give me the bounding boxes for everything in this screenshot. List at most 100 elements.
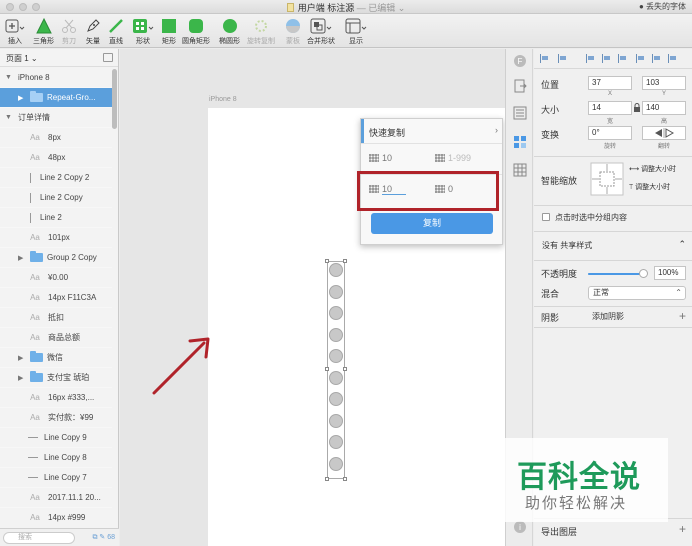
x-input[interactable]: 37 — [588, 76, 632, 90]
disclosure-right-icon[interactable]: ▶ — [18, 374, 23, 382]
disclosure-down-icon[interactable]: ▼ — [5, 114, 12, 121]
mask-tool[interactable]: 蒙板 — [285, 17, 301, 46]
duplicate-button[interactable]: 复制 — [371, 213, 493, 234]
layer-row[interactable]: Aa 101px — [0, 228, 112, 248]
svg-text:i: i — [519, 523, 521, 532]
triangle-tool[interactable]: 三角形 — [33, 17, 54, 46]
add-shadow-plus-icon[interactable]: + — [679, 309, 686, 323]
layer-row[interactable]: ▼ iPhone 8 — [0, 68, 112, 88]
distribute-vertical-icon[interactable] — [558, 54, 567, 63]
rotate-copy-tool[interactable]: 旋转复制 — [247, 17, 275, 46]
resize-handle[interactable] — [343, 367, 347, 371]
y-input[interactable]: 103 — [642, 76, 686, 90]
rotate-copy-icon — [255, 20, 267, 32]
opacity-slider[interactable] — [588, 269, 648, 278]
layer-row[interactable]: Aa 14px #999 — [0, 508, 112, 526]
shared-style-row[interactable]: 没有 共享样式 ⌃ — [534, 237, 692, 257]
scissors-tool[interactable]: 剪刀 — [61, 17, 77, 46]
layer-row[interactable]: Aa ¥0.00 — [0, 268, 112, 288]
layer-row[interactable]: Aa 2017.11.1 20... — [0, 488, 112, 508]
add-export-plus-icon[interactable]: + — [679, 522, 686, 536]
layer-row[interactable]: Line Copy 9 — [0, 428, 112, 448]
align-center-icon[interactable] — [602, 54, 611, 63]
blend-mode-select[interactable]: 正常 ⌃ — [588, 286, 686, 300]
insert-tool[interactable]: 插入 — [5, 17, 25, 46]
count-field[interactable]: 10 — [369, 153, 392, 163]
layer-row[interactable]: Line 2 — [0, 208, 112, 228]
align-bottom-icon[interactable] — [668, 54, 677, 63]
layer-row[interactable]: Aa 商品总额 — [0, 328, 112, 348]
resize-handle[interactable] — [325, 367, 329, 371]
lock-icon[interactable] — [633, 103, 641, 112]
layer-row[interactable]: ▶ Repeat-Gro... — [0, 88, 112, 108]
adjust-height-option[interactable]: ⟙ 调整大小时 — [629, 182, 670, 192]
align-left-icon[interactable] — [586, 54, 595, 63]
vertical-line-icon — [30, 172, 31, 183]
layer-row[interactable]: ▶ 微信 — [0, 348, 112, 368]
view-tool[interactable]: 显示 — [345, 17, 367, 46]
layer-row[interactable]: ▶ 支付宝 琥珀 — [0, 368, 112, 388]
page-selector[interactable]: 页面 1 ⌄ — [0, 49, 118, 67]
resize-handle[interactable] — [325, 477, 329, 481]
align-top-icon[interactable] — [636, 54, 645, 63]
shapes-tool[interactable]: 形状 — [132, 17, 154, 46]
layer-name: 支付宝 琥珀 — [47, 373, 90, 382]
align-right-icon[interactable] — [618, 54, 627, 63]
popup-chevron-icon[interactable]: › — [495, 125, 498, 135]
layer-row[interactable]: Aa 抵扣 — [0, 308, 112, 328]
disclosure-right-icon[interactable]: ▶ — [18, 94, 23, 102]
opacity-slider-fill — [588, 273, 644, 275]
resizing-constraints-icon[interactable] — [590, 162, 624, 196]
disclosure-right-icon[interactable]: ▶ — [18, 254, 23, 262]
layer-row[interactable]: Aa 16px #333,... — [0, 388, 112, 408]
page-list-toggle-icon[interactable] — [103, 53, 113, 62]
resize-handle[interactable] — [343, 259, 347, 263]
disclosure-down-icon[interactable]: ▼ — [5, 74, 12, 81]
rectangle-tool[interactable]: 矩形 — [161, 17, 177, 46]
style-panel-icon[interactable] — [513, 135, 527, 149]
add-shadow-label[interactable]: 添加阴影 — [592, 311, 624, 322]
opacity-slider-knob[interactable] — [639, 269, 648, 278]
layer-row[interactable]: ▼ 订单详情 — [0, 108, 112, 128]
layer-row[interactable]: Line Copy 7 — [0, 468, 112, 488]
layer-row[interactable]: Aa 14px F11C3A — [0, 288, 112, 308]
vector-tool[interactable]: 矢量 — [85, 17, 101, 46]
selection-bounding-box[interactable] — [325, 259, 347, 481]
group-select-checkbox[interactable] — [542, 213, 550, 221]
line-tool[interactable]: 直线 — [108, 17, 124, 46]
info-icon[interactable]: F — [513, 54, 527, 68]
export-icon[interactable] — [513, 79, 527, 93]
align-middle-icon[interactable] — [652, 54, 661, 63]
layer-search-input[interactable]: 搜索 — [3, 532, 75, 544]
count-field-value: 10 — [382, 153, 393, 163]
layer-row[interactable]: Line Copy 8 — [0, 448, 112, 468]
opacity-input[interactable]: 100% — [654, 266, 686, 280]
layer-row[interactable]: Aa 实付款：¥99 — [0, 408, 112, 428]
help-icon[interactable]: i — [513, 520, 527, 534]
combine-shapes-tool[interactable]: 合并形状 — [307, 17, 335, 46]
width-input[interactable]: 14 — [588, 101, 632, 115]
rotation-input[interactable]: 0° — [588, 126, 632, 140]
missing-fonts-indicator[interactable]: ● 丢失的字体 — [639, 1, 686, 12]
range-field[interactable]: 1-999 — [435, 153, 471, 163]
artboard-label[interactable]: iPhone 8 — [209, 96, 237, 103]
distribute-horizontal-icon[interactable] — [540, 54, 549, 63]
resize-handle[interactable] — [325, 259, 329, 263]
text-layer-icon: Aa — [30, 393, 40, 402]
resize-handle[interactable] — [343, 477, 347, 481]
layer-scrollbar[interactable] — [112, 69, 117, 129]
flip-buttons[interactable] — [642, 126, 686, 140]
layer-row[interactable]: ▶ Group 2 Copy — [0, 248, 112, 268]
adjust-width-option[interactable]: ⟷ 调整大小时 — [629, 164, 676, 174]
rounded-rectangle-tool[interactable]: 圆角矩形 — [182, 17, 210, 46]
grid-panel-icon[interactable] — [513, 163, 527, 177]
layer-row[interactable]: Line 2 Copy — [0, 188, 112, 208]
ellipse-tool[interactable]: 椭圆形 — [219, 17, 240, 46]
height-input[interactable]: 140 — [642, 101, 686, 115]
layer-row[interactable]: Aa 8px — [0, 128, 112, 148]
disclosure-right-icon[interactable]: ▶ — [18, 354, 23, 362]
layer-row[interactable]: Aa 48px — [0, 148, 112, 168]
layer-row[interactable]: Line 2 Copy 2 — [0, 168, 112, 188]
layout-icon[interactable] — [513, 106, 527, 120]
layer-name: Line Copy 8 — [44, 453, 87, 462]
